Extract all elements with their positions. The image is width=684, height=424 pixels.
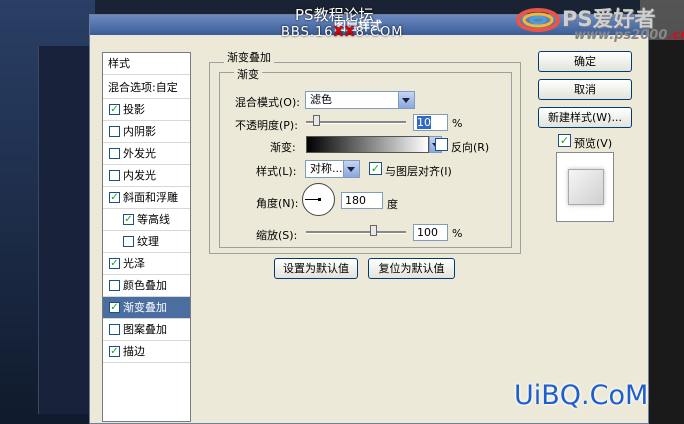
style-preview-swatch: [568, 169, 604, 205]
opacity-label: 不透明度(P):: [235, 119, 298, 132]
style-list-item[interactable]: 外发光: [103, 143, 190, 165]
style-list-label: 外发光: [123, 147, 156, 160]
style-list-label: 描边: [123, 345, 145, 358]
blend-mode-value: 滤色: [310, 93, 332, 106]
style-list-checkbox[interactable]: [109, 170, 120, 181]
style-list-label: 投影: [123, 103, 145, 116]
chevron-down-icon[interactable]: [343, 161, 359, 177]
style-list-checkbox[interactable]: ✓: [109, 192, 120, 203]
angle-dial[interactable]: [302, 183, 335, 216]
cancel-button[interactable]: 取消: [538, 79, 632, 100]
scale-percent: %: [452, 227, 463, 240]
style-list-label: 斜面和浮雕: [123, 191, 178, 204]
set-default-button[interactable]: 设置为默认值: [274, 258, 358, 279]
gradient-subgroup-title: 渐变: [234, 66, 262, 82]
gradient-overlay-group-title: 渐变叠加: [224, 49, 274, 65]
style-list-item[interactable]: ✓ 渐变叠加: [103, 297, 190, 319]
style-list-item[interactable]: 纹理: [103, 231, 190, 253]
opacity-percent: %: [452, 117, 463, 130]
style-list-item[interactable]: ✓ 描边: [103, 341, 190, 363]
style-list-label: 样式: [108, 57, 130, 70]
blend-mode-select[interactable]: 滤色: [305, 91, 415, 109]
gradient-style-select[interactable]: 对称...: [305, 160, 360, 178]
forum-watermark-title: PS教程论坛: [295, 6, 374, 24]
style-list-label: 图案叠加: [123, 323, 167, 336]
style-list-label: 渐变叠加: [123, 301, 167, 314]
style-list-label: 纹理: [137, 235, 159, 248]
style-preview-thumbnail: [556, 152, 614, 222]
angle-label: 角度(N):: [256, 197, 299, 210]
angle-input[interactable]: 180: [341, 192, 383, 209]
style-list-item[interactable]: 混合选项:自定: [103, 77, 190, 99]
opacity-slider-thumb[interactable]: [313, 115, 320, 126]
preview-label: 预览(V): [574, 137, 613, 150]
style-list-item[interactable]: 样式: [103, 53, 190, 75]
align-with-layer-label: 与图层对齐(I): [385, 165, 452, 178]
new-style-button[interactable]: 新建样式(W)...: [538, 107, 632, 128]
gradient-swatch[interactable]: [306, 136, 429, 153]
logo-swirl-icon: [516, 8, 560, 32]
style-list-item[interactable]: ✓ 光泽: [103, 253, 190, 275]
logo-url: www.ps2000.cn: [574, 28, 684, 43]
style-list-checkbox[interactable]: ✓: [109, 104, 120, 115]
reset-default-button[interactable]: 复位为默认值: [368, 258, 455, 279]
angle-indicator: [305, 199, 319, 200]
style-list-item[interactable]: 内阴影: [103, 121, 190, 143]
style-list-label: 等高线: [137, 213, 170, 226]
opacity-input[interactable]: 10: [413, 114, 448, 131]
style-list-checkbox[interactable]: ✓: [109, 258, 120, 269]
style-list-checkbox[interactable]: ✓: [109, 346, 120, 357]
style-list-checkbox[interactable]: [123, 236, 134, 247]
style-list-label: 内阴影: [123, 125, 156, 138]
style-list-label: 内发光: [123, 169, 156, 182]
scale-slider-track[interactable]: [306, 231, 406, 234]
style-list-item[interactable]: ✓ 投影: [103, 99, 190, 121]
scale-slider-thumb[interactable]: [370, 225, 377, 236]
opacity-slider-track[interactable]: [306, 121, 406, 124]
reverse-label: 反向(R): [451, 141, 490, 154]
angle-degree: 度: [387, 198, 398, 211]
gradient-style-value: 对称...: [310, 162, 343, 175]
preview-checkbox[interactable]: ✓: [558, 134, 571, 147]
reverse-checkbox[interactable]: [435, 138, 448, 151]
blend-mode-label: 混合模式(O):: [235, 96, 300, 109]
style-list-item[interactable]: ✓ 等高线: [103, 209, 190, 231]
style-list-checkbox[interactable]: ✓: [109, 302, 120, 313]
chevron-down-icon[interactable]: [398, 92, 414, 108]
style-list-checkbox[interactable]: [109, 148, 120, 159]
style-list-checkbox[interactable]: [109, 280, 120, 291]
style-list: 样式 混合选项:自定 ✓ 投影 内阴影 外发光 内发光 ✓ 斜面和浮雕 ✓ 等高线 纹理 ✓ 光泽 颜色叠加…: [102, 52, 191, 422]
style-list-item[interactable]: 内发光: [103, 165, 190, 187]
style-list-checkbox[interactable]: [109, 126, 120, 137]
style-list-checkbox[interactable]: ✓: [123, 214, 134, 225]
forum-watermark-url: BBS.16XX8.COM: [281, 25, 404, 40]
style-list-label: 混合选项:自定: [108, 81, 178, 94]
style-list-label: 颜色叠加: [123, 279, 167, 292]
scale-input[interactable]: 100: [413, 224, 448, 241]
site-logo: PS爱好者 www.ps2000.cn: [516, 0, 684, 46]
style-label: 样式(L):: [256, 165, 297, 178]
style-list-checkbox[interactable]: [109, 324, 120, 335]
angle-center: [318, 198, 321, 201]
ok-button[interactable]: 确定: [538, 51, 632, 72]
style-list-item[interactable]: 颜色叠加: [103, 275, 190, 297]
scale-label: 缩放(S):: [256, 229, 298, 242]
style-list-label: 光泽: [123, 257, 145, 270]
style-list-item[interactable]: 图案叠加: [103, 319, 190, 341]
align-with-layer-checkbox[interactable]: ✓: [369, 162, 382, 175]
gradient-label: 渐变:: [270, 141, 296, 154]
site-watermark: UiBQ.CoM: [514, 380, 649, 411]
background-canvas-right-dark: [648, 40, 684, 424]
style-list-item[interactable]: ✓ 斜面和浮雕: [103, 187, 190, 209]
